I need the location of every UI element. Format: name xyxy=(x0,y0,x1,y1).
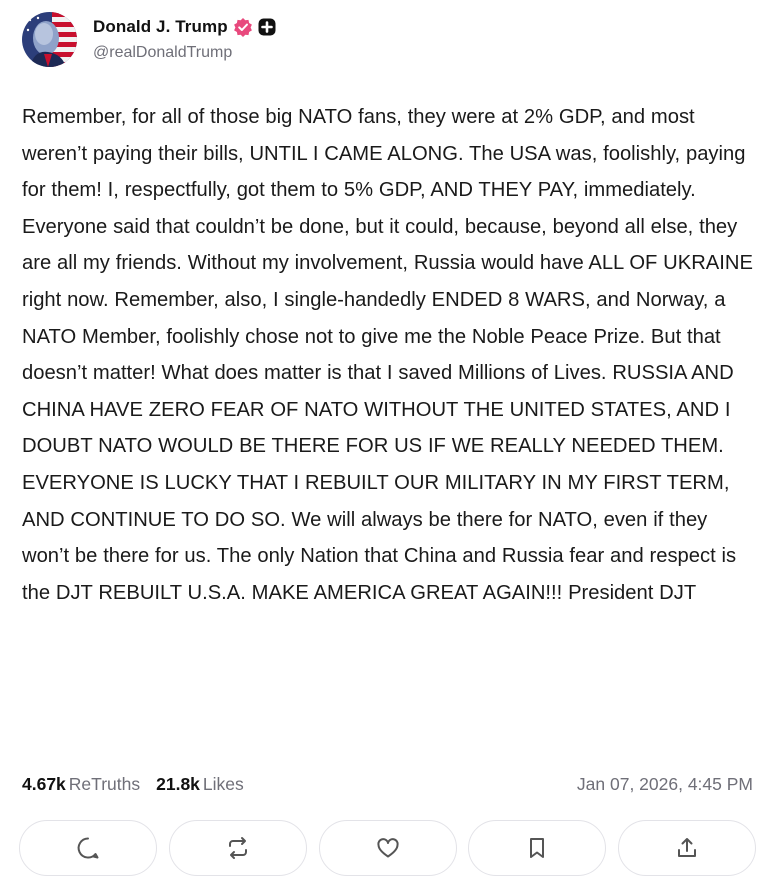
post-body: Remember, for all of those big NATO fans… xyxy=(22,106,753,604)
heart-icon xyxy=(375,835,401,861)
reply-button[interactable] xyxy=(19,820,157,876)
retruth-button[interactable] xyxy=(168,820,307,876)
likes-count[interactable]: 21.8k xyxy=(156,774,200,795)
post-stats: 4.67k ReTruths 21.8k Likes Jan 07, 2026,… xyxy=(22,774,753,795)
action-bar xyxy=(19,820,756,876)
avatar-image xyxy=(22,12,77,67)
share-icon xyxy=(674,835,700,861)
handle[interactable]: @realDonaldTrump xyxy=(93,44,276,62)
retruths-count[interactable]: 4.67k xyxy=(22,774,66,795)
bookmark-icon xyxy=(524,835,550,861)
like-button[interactable] xyxy=(318,820,457,876)
post-header: Donald J. Trump @realDonaldTrump xyxy=(22,12,276,67)
display-name[interactable]: Donald J. Trump xyxy=(93,17,228,37)
reply-icon xyxy=(75,835,101,861)
share-button[interactable] xyxy=(618,820,756,876)
post-timestamp: Jan 07, 2026, 4:45 PM xyxy=(576,774,753,794)
name-row: Donald J. Trump xyxy=(93,15,276,39)
post-page: Donald J. Trump @realDonaldTrump Remembe… xyxy=(0,0,768,891)
plus-badge-icon xyxy=(258,18,276,36)
avatar[interactable] xyxy=(22,12,77,67)
likes-label[interactable]: Likes xyxy=(203,774,244,795)
bookmark-button[interactable] xyxy=(468,820,607,876)
author-names: Donald J. Trump @realDonaldTrump xyxy=(93,15,276,62)
retruth-icon xyxy=(225,835,251,861)
verified-badge-icon xyxy=(233,17,253,37)
retruths-label[interactable]: ReTruths xyxy=(69,774,140,795)
